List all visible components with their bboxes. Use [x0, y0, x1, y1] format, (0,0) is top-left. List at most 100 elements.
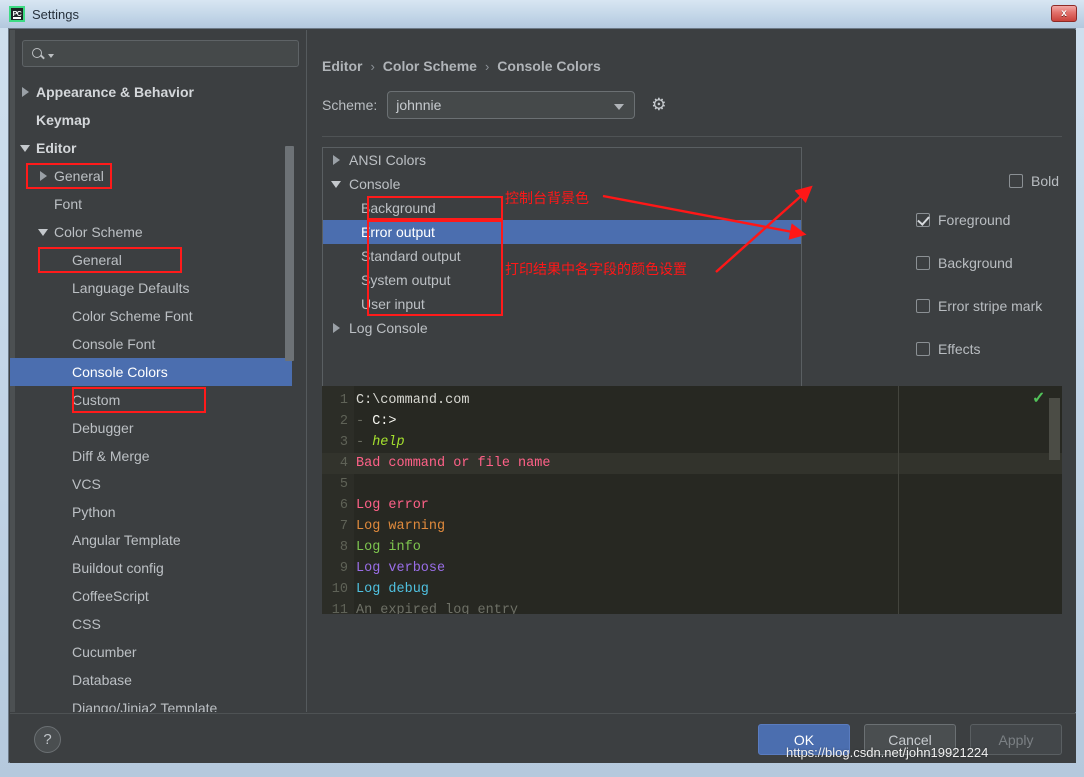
- chevron-down-icon[interactable]: [329, 180, 343, 188]
- scheme-select[interactable]: johnnie: [387, 91, 636, 119]
- sidebar-item-label: Console Font: [72, 336, 156, 352]
- code-token: Log verbose: [356, 561, 446, 576]
- error-stripe-row[interactable]: Error stripe mark: [916, 298, 1042, 314]
- sidebar-item-cucumber[interactable]: Cucumber: [10, 638, 292, 666]
- sidebar-scrollbar-thumb[interactable]: [285, 146, 294, 361]
- preview-line: 2- C:>: [322, 411, 1062, 432]
- sidebar-item-color-scheme[interactable]: Color Scheme: [10, 218, 292, 246]
- background-checkbox[interactable]: [916, 256, 930, 270]
- preview-line: 5: [322, 474, 1062, 495]
- foreground-row[interactable]: Foreground: [916, 212, 1010, 228]
- color-key-standard-output[interactable]: Standard output: [323, 244, 801, 268]
- line-number: 1: [339, 393, 348, 408]
- help-button[interactable]: ?: [34, 726, 61, 753]
- search-icon: [31, 46, 47, 62]
- color-key-label: Background: [361, 200, 436, 216]
- sidebar-item-diff-merge[interactable]: Diff & Merge: [10, 442, 292, 470]
- error-stripe-label: Error stripe mark: [938, 298, 1043, 314]
- sidebar-item-label: Color Scheme Font: [72, 308, 193, 324]
- sidebar-scrollbar[interactable]: [285, 84, 300, 712]
- preview-line: 9 Log verbose: [322, 558, 1062, 579]
- effects-label: Effects: [938, 341, 981, 357]
- preview-line: 8 Log info: [322, 537, 1062, 558]
- effects-checkbox[interactable]: [916, 342, 930, 356]
- bold-checkbox[interactable]: [1009, 174, 1023, 188]
- sidebar-item-label: Buildout config: [72, 560, 164, 576]
- color-key-background[interactable]: Background: [323, 196, 801, 220]
- sidebar-tree: Appearance & Behavior Keymap Editor General…: [10, 78, 292, 712]
- sidebar-item-label: Database: [72, 672, 132, 688]
- sidebar-item-color-scheme-font[interactable]: Color Scheme Font: [10, 302, 292, 330]
- sidebar-item-console-font[interactable]: Console Font: [10, 330, 292, 358]
- color-key-label: ANSI Colors: [349, 152, 427, 168]
- code-token: Log info: [356, 540, 421, 555]
- color-key-ansi-colors[interactable]: ANSI Colors: [323, 148, 801, 172]
- error-stripe-checkbox[interactable]: [916, 299, 930, 313]
- sidebar-item-custom[interactable]: Custom: [10, 386, 292, 414]
- line-number: 8: [339, 540, 348, 555]
- effects-row[interactable]: Effects: [916, 341, 981, 357]
- sidebar-item-keymap[interactable]: Keymap: [10, 106, 292, 134]
- breadcrumb-separator: ›: [370, 58, 375, 74]
- sidebar-item-general[interactable]: General: [10, 162, 292, 190]
- sidebar-item-console-colors[interactable]: Console Colors: [10, 358, 292, 386]
- settings-dialog: Appearance & Behavior Keymap Editor General…: [8, 28, 1076, 763]
- breadcrumb-item-editor[interactable]: Editor: [322, 58, 362, 74]
- gear-icon[interactable]: ⚙: [651, 95, 671, 115]
- sidebar-item-appearance-behavior[interactable]: Appearance & Behavior: [10, 78, 292, 106]
- sidebar-item-label: Appearance & Behavior: [36, 84, 194, 100]
- code-token: Log debug: [356, 582, 429, 597]
- code-token: C:\command.com: [356, 393, 470, 408]
- color-key-system-output[interactable]: System output: [323, 268, 801, 292]
- sidebar-item-label: CoffeeScript: [72, 588, 149, 604]
- bold-checkbox-row[interactable]: Bold: [1009, 173, 1059, 189]
- sidebar-item-font[interactable]: Font: [10, 190, 292, 218]
- chevron-right-icon[interactable]: [36, 171, 50, 181]
- chevron-down-icon[interactable]: [18, 144, 32, 152]
- sidebar-item-coffeescript[interactable]: CoffeeScript: [10, 582, 292, 610]
- sidebar-item-angular-template[interactable]: Angular Template: [10, 526, 292, 554]
- preview-code: 1 C:\command.com 2- C:> 3- help 4 Bad command…: [322, 390, 1062, 614]
- sidebar-item-vcs[interactable]: VCS: [10, 470, 292, 498]
- sidebar-item-language-defaults[interactable]: Language Defaults: [10, 274, 292, 302]
- chevron-down-icon[interactable]: [36, 228, 50, 236]
- chevron-right-icon[interactable]: [18, 87, 32, 97]
- sidebar-item-general[interactable]: General: [10, 246, 292, 274]
- search-input[interactable]: [22, 40, 299, 67]
- color-key-log-console[interactable]: Log Console: [323, 316, 801, 340]
- foreground-label: Foreground: [938, 212, 1011, 228]
- color-key-error-output[interactable]: Error output: [323, 220, 801, 244]
- sidebar-item-debugger[interactable]: Debugger: [10, 414, 292, 442]
- font-style-row: Bold Italic: [1009, 173, 1084, 189]
- breadcrumb-item-color-scheme[interactable]: Color Scheme: [383, 58, 477, 74]
- sidebar-item-python[interactable]: Python: [10, 498, 292, 526]
- code-token: -: [356, 414, 373, 429]
- chevron-right-icon[interactable]: [329, 155, 343, 165]
- scheme-label: Scheme:: [322, 97, 378, 113]
- sidebar-item-django-jinja2-template[interactable]: Django/Jinja2 Template: [10, 694, 292, 712]
- sidebar-item-buildout-config[interactable]: Buildout config: [10, 554, 292, 582]
- line-number: 3: [339, 435, 348, 450]
- code-token: An expired log entry: [356, 603, 519, 614]
- close-icon[interactable]: x: [1051, 5, 1077, 22]
- preview-console[interactable]: 1 C:\command.com 2- C:> 3- help 4 Bad command…: [322, 386, 1062, 614]
- sidebar-item-editor[interactable]: Editor: [10, 134, 292, 162]
- sidebar-item-label: General: [54, 168, 104, 184]
- color-key-label: System output: [361, 272, 451, 288]
- color-key-user-input[interactable]: User input: [323, 292, 801, 316]
- sidebar-item-label: Diff & Merge: [72, 448, 150, 464]
- line-number: 6: [339, 498, 348, 513]
- preview-scrollbar-thumb[interactable]: [1049, 398, 1060, 460]
- sidebar-item-label: Color Scheme: [54, 224, 143, 240]
- code-token: C:>: [372, 414, 397, 429]
- chevron-right-icon[interactable]: [329, 323, 343, 333]
- chevron-down-icon: [614, 104, 625, 110]
- color-key-label: Log Console: [349, 320, 428, 336]
- foreground-checkbox[interactable]: [916, 213, 930, 227]
- background-row[interactable]: Background: [916, 255, 1013, 271]
- color-key-console[interactable]: Console: [323, 172, 801, 196]
- inspection-ok-icon[interactable]: ✓: [1032, 391, 1048, 407]
- sidebar-item-database[interactable]: Database: [10, 666, 292, 694]
- sidebar-item-css[interactable]: CSS: [10, 610, 292, 638]
- window-title: Settings: [32, 6, 79, 22]
